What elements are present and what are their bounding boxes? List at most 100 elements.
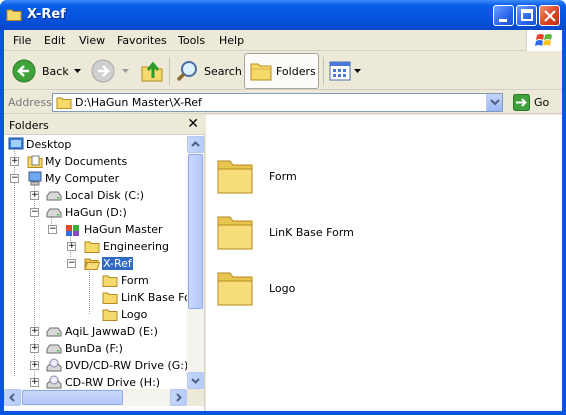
scroll-right-button[interactable] — [170, 389, 187, 406]
toolbar-separator — [323, 57, 324, 85]
folders-button[interactable]: Folders — [244, 53, 319, 89]
window-title: X-Ref — [27, 7, 66, 22]
collapse-toggle[interactable]: − — [30, 208, 39, 217]
scroll-up-button[interactable] — [187, 136, 204, 153]
tree-item-label: My Documents — [45, 155, 128, 168]
tree-item-x-ref[interactable]: − X-Ref — [4, 255, 187, 272]
tree-item-label: CD-RW Drive (H:) — [65, 376, 161, 389]
tree-item-label: My Computer — [45, 172, 120, 185]
menu-tools[interactable]: Tools — [178, 34, 205, 47]
views-grid-icon — [329, 61, 351, 81]
tree-vertical-scrollbar[interactable] — [187, 136, 204, 389]
minimize-button[interactable] — [493, 5, 514, 26]
content-item-link-base-form[interactable]: LinK Base Form — [216, 211, 516, 255]
folder-tree: Desktop + My Documents − My Computer + L… — [4, 136, 187, 389]
tree-item-label: Desktop — [26, 138, 72, 151]
folder-icon — [217, 160, 253, 194]
menu-edit[interactable]: Edit — [44, 34, 65, 47]
my-computer-icon — [28, 171, 42, 186]
close-pane-icon[interactable]: ✕ — [187, 117, 199, 131]
scroll-left-button[interactable] — [4, 389, 21, 406]
folders-label: Folders — [276, 65, 316, 78]
tree-item-local-disk-c[interactable]: + Local Disk (C:) — [4, 187, 187, 204]
drive-icon — [46, 191, 62, 201]
scroll-thumb[interactable] — [22, 390, 123, 405]
views-button[interactable] — [328, 55, 362, 87]
folder-icon — [56, 97, 72, 109]
chevron-right-icon — [176, 393, 182, 402]
folders-pane-title: Folders — [9, 119, 49, 132]
menu-file[interactable]: File — [13, 34, 31, 47]
address-dropdown-button[interactable] — [486, 94, 502, 111]
title-bar[interactable]: X-Ref — [0, 0, 566, 30]
chevron-down-icon — [191, 378, 200, 384]
tree-horizontal-scrollbar[interactable] — [4, 389, 187, 406]
forward-button[interactable] — [90, 55, 130, 87]
back-button[interactable]: Back — [10, 55, 82, 87]
menu-help[interactable]: Help — [219, 34, 244, 47]
tree-item-label: Logo — [121, 308, 148, 321]
expand-toggle[interactable]: + — [67, 242, 76, 251]
folders-pane: Folders ✕ Desktop + My Documents − My Co… — [4, 115, 205, 411]
tree-item-label: Local Disk (C:) — [65, 189, 145, 202]
chevron-down-icon — [122, 69, 129, 73]
expand-toggle[interactable]: + — [30, 378, 39, 387]
folder-icon — [102, 309, 118, 321]
tree-item-label: Form — [121, 274, 149, 287]
tree-item-engineering[interactable]: + Engineering — [4, 238, 187, 255]
collapse-toggle[interactable]: − — [10, 174, 19, 183]
tree-item-link-base-form[interactable]: LinK Base Form — [4, 289, 187, 306]
menu-view[interactable]: View — [79, 34, 105, 47]
folders-icon — [250, 63, 272, 81]
address-value: D:\HaGun Master\X-Ref — [75, 96, 202, 109]
folder-icon — [6, 9, 22, 21]
content-item-label: Form — [269, 170, 297, 183]
chevron-up-icon — [191, 141, 200, 147]
tree-item-bunda-f[interactable]: + BunDa (F:) — [4, 340, 187, 357]
close-button[interactable] — [539, 5, 560, 26]
scroll-thumb[interactable] — [188, 154, 203, 309]
tree-item-my-computer[interactable]: − My Computer — [4, 170, 187, 187]
expand-toggle[interactable]: + — [30, 361, 39, 370]
search-label: Search — [204, 65, 242, 78]
special-folder-icon — [66, 225, 79, 236]
maximize-button[interactable] — [516, 5, 537, 26]
content-pane: Form LinK Base Form Logo — [206, 115, 562, 411]
tree-item-desktop[interactable]: Desktop — [4, 136, 187, 153]
expand-toggle[interactable]: + — [30, 344, 39, 353]
chevron-down-icon — [74, 69, 81, 73]
chevron-down-icon — [490, 99, 500, 106]
toolbar-separator — [169, 57, 170, 85]
tree-item-label: LinK Base Form — [121, 291, 187, 304]
folder-open-icon — [84, 258, 100, 270]
expand-toggle[interactable]: + — [30, 191, 39, 200]
menu-favorites[interactable]: Favorites — [117, 34, 167, 47]
tree-item-hagun-master[interactable]: − HaGun Master — [4, 221, 187, 238]
scroll-down-button[interactable] — [187, 372, 204, 389]
back-arrow-icon — [12, 59, 36, 83]
tree-item-aqil-jawwad-e[interactable]: + AqiL JawwaD (E:) — [4, 323, 187, 340]
go-button[interactable]: Go — [509, 93, 559, 112]
maximize-icon — [521, 9, 533, 21]
address-input[interactable]: D:\HaGun Master\X-Ref — [52, 93, 503, 112]
content-item-form[interactable]: Form — [216, 155, 516, 199]
tree-item-logo[interactable]: Logo — [4, 306, 187, 323]
up-folder-button[interactable] — [138, 55, 166, 87]
tree-item-cd-drive-h[interactable]: + CD-RW Drive (H:) — [4, 374, 187, 389]
expand-toggle[interactable]: + — [10, 157, 19, 166]
tree-item-dvd-drive-g[interactable]: + DVD/CD-RW Drive (G:) — [4, 357, 187, 374]
expand-toggle[interactable]: + — [30, 327, 39, 336]
content-item-label: Logo — [269, 282, 296, 295]
tree-item-label: DVD/CD-RW Drive (G:) — [65, 359, 187, 372]
desktop-icon — [8, 137, 24, 150]
tree-item-form[interactable]: Form — [4, 272, 187, 289]
chevron-down-icon — [354, 69, 361, 73]
collapse-toggle[interactable]: − — [67, 259, 76, 268]
collapse-toggle[interactable]: − — [48, 225, 57, 234]
content-item-logo[interactable]: Logo — [216, 267, 516, 311]
search-button[interactable]: Search — [174, 55, 242, 87]
tree-item-my-documents[interactable]: + My Documents — [4, 153, 187, 170]
tree-item-hagun-d[interactable]: − HaGun (D:) — [4, 204, 187, 221]
folder-icon — [217, 216, 253, 250]
tree-item-label: AqiL JawwaD (E:) — [65, 325, 158, 338]
